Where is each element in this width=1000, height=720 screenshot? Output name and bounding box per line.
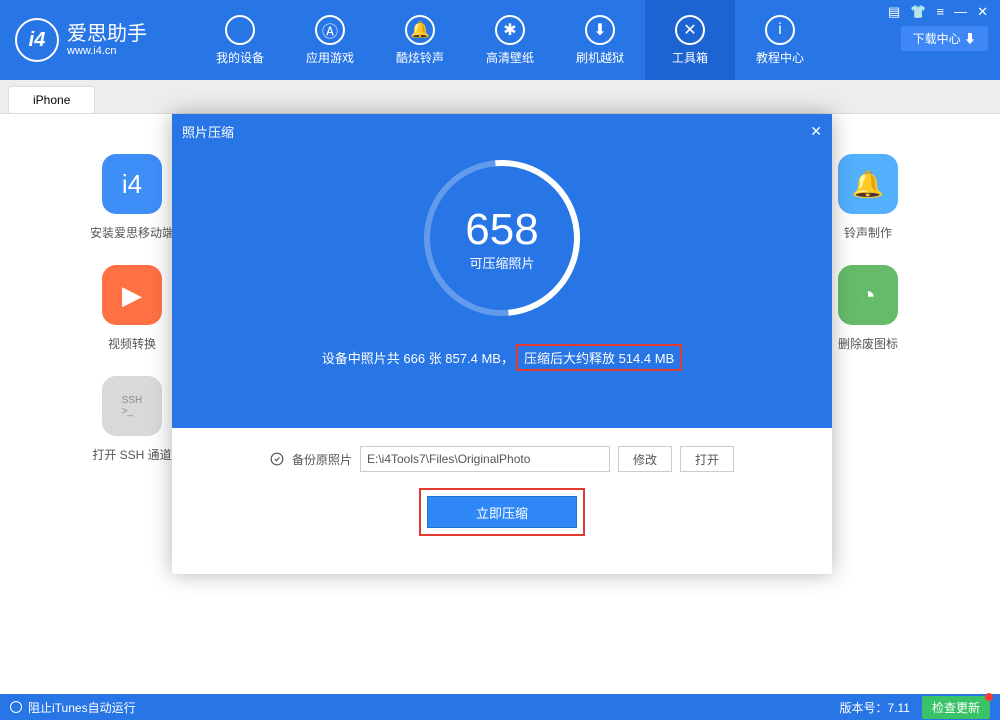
download-center-button[interactable]: 下载中心 ⬇ <box>901 26 988 51</box>
tab-iphone[interactable]: iPhone <box>8 86 95 113</box>
content-area: i4安装爱思移动端 🔔铃声制作 ▶视频转换 ◔删除废图标 SSH>_打开 SSH… <box>0 114 1000 694</box>
i4-icon: i4 <box>102 154 162 214</box>
nav-wallpapers[interactable]: ✱高清壁纸 <box>465 0 555 80</box>
block-itunes-toggle[interactable]: 阻止iTunes自动运行 <box>28 699 136 716</box>
bell-icon: 🔔 <box>405 15 435 45</box>
summary-text: 设备中照片共 666 张 857.4 MB， 压缩后大约释放 514.4 MB <box>322 344 682 371</box>
info-icon: i <box>765 15 795 45</box>
nav-apps[interactable]: Ⓐ应用游戏 <box>285 0 375 80</box>
play-icon: ▶ <box>102 265 162 325</box>
nav-ringtones[interactable]: 🔔酷炫铃声 <box>375 0 465 80</box>
nav-my-device[interactable]: 我的设备 <box>195 0 285 80</box>
backup-path-input[interactable] <box>360 446 610 472</box>
status-bar: 阻止iTunes自动运行 版本号：7.11 检查更新 <box>0 694 1000 720</box>
top-nav: 我的设备 Ⓐ应用游戏 🔔酷炫铃声 ✱高清壁纸 ⬇刷机越狱 ✕工具箱 i教程中心 <box>195 0 825 80</box>
ssh-icon: SSH>_ <box>102 376 162 436</box>
app-header: i4 爱思助手 www.i4.cn 我的设备 Ⓐ应用游戏 🔔酷炫铃声 ✱高清壁纸… <box>0 0 1000 80</box>
check-update-button[interactable]: 检查更新 <box>922 696 990 719</box>
feedback-icon[interactable]: ▤ <box>888 4 900 20</box>
minimize-icon[interactable]: — <box>954 4 967 20</box>
bell-plus-icon: 🔔 <box>838 154 898 214</box>
dialog-close-icon[interactable]: ✕ <box>810 123 822 140</box>
skin-icon[interactable]: 👕 <box>910 4 926 20</box>
ring-icon <box>10 701 22 713</box>
close-icon[interactable]: ✕ <box>977 4 988 20</box>
version-label: 版本号：7.11 <box>840 699 910 716</box>
tools-icon: ✕ <box>675 15 705 45</box>
moon-icon: ◔ <box>838 265 898 325</box>
backup-label: 备份原照片 <box>292 451 352 468</box>
wallpaper-icon: ✱ <box>495 15 525 45</box>
nav-tutorials[interactable]: i教程中心 <box>735 0 825 80</box>
release-size-highlight: 压缩后大约释放 514.4 MB <box>516 344 682 371</box>
photo-compress-dialog: 照片压缩 ✕ 658 可压缩照片 设备中照片共 666 张 857.4 MB， … <box>172 114 832 574</box>
primary-highlight: 立即压缩 <box>419 488 585 536</box>
box-icon: ⬇ <box>585 15 615 45</box>
apps-icon: Ⓐ <box>315 15 345 45</box>
progress-circle: 658 可压缩照片 <box>424 160 580 316</box>
logo: i4 爱思助手 www.i4.cn <box>0 18 195 62</box>
open-button[interactable]: 打开 <box>680 446 734 472</box>
progress-arc-icon <box>392 128 612 348</box>
window-controls: ▤ 👕 ≡ — ✕ <box>876 0 1000 24</box>
logo-icon: i4 <box>15 18 59 62</box>
check-circle-icon <box>270 452 284 466</box>
app-title: 爱思助手 <box>67 23 147 45</box>
compress-now-button[interactable]: 立即压缩 <box>427 496 577 528</box>
tab-bar: iPhone <box>0 80 1000 114</box>
dialog-title: 照片压缩 <box>182 122 234 141</box>
nav-flash[interactable]: ⬇刷机越狱 <box>555 0 645 80</box>
apple-icon <box>225 15 255 45</box>
modify-button[interactable]: 修改 <box>618 446 672 472</box>
app-subtitle: www.i4.cn <box>67 45 147 57</box>
menu-icon[interactable]: ≡ <box>937 4 945 20</box>
nav-toolbox[interactable]: ✕工具箱 <box>645 0 735 80</box>
